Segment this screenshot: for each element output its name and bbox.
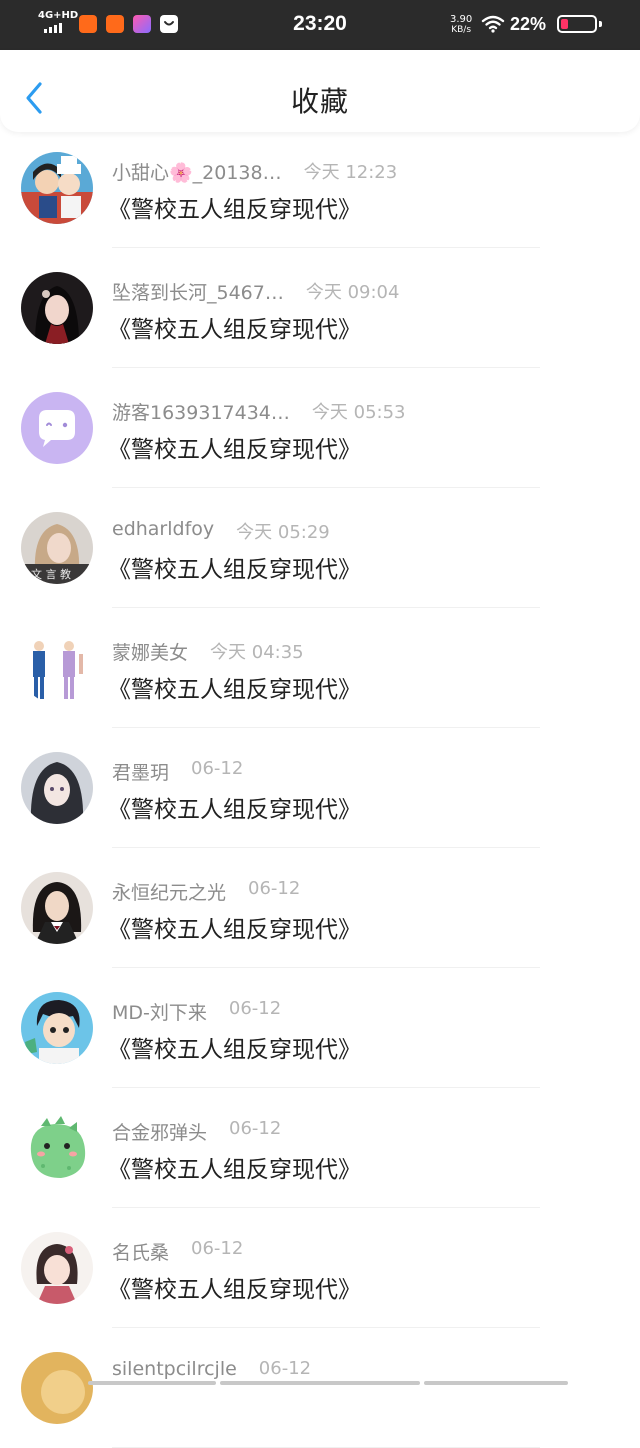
timestamp: 今天 12:23 xyxy=(303,162,398,183)
list-item[interactable]: 小甜心🌸_20138… 今天 12:23 《警校五人组反穿现代》 xyxy=(0,128,640,248)
timestamp: 今天 04:35 xyxy=(210,642,304,663)
book-title: 《警校五人组反穿现代》 xyxy=(108,437,361,463)
avatar[interactable]: 文 言 教 xyxy=(21,512,93,584)
item-meta: 小甜心🌸_20138… 今天 12:23 xyxy=(112,158,397,184)
item-meta: 游客1639317434… 今天 05:53 xyxy=(112,398,406,424)
list-item[interactable]: 合金邪弹头 06-12 《警校五人组反穿现代》 xyxy=(0,1088,640,1208)
list-item[interactable]: 文 言 教 edharldfoy 今天 05:29 《警校五人组反穿现代》 xyxy=(0,488,640,608)
battery-icon xyxy=(557,15,597,33)
book-title: 《警校五人组反穿现代》 xyxy=(108,197,361,223)
item-meta: 坠落到长河_5467… 今天 09:04 xyxy=(112,278,399,304)
list-item[interactable]: silentpcilrcjle 06-12 xyxy=(0,1328,640,1448)
list-item[interactable]: 坠落到长河_5467… 今天 09:04 《警校五人组反穿现代》 xyxy=(0,248,640,368)
book-title: 《警校五人组反穿现代》 xyxy=(108,797,361,823)
book-title: 《警校五人组反穿现代》 xyxy=(108,557,361,583)
wifi-icon xyxy=(481,15,505,33)
nav-header: 收藏 xyxy=(0,50,640,132)
book-title: 《警校五人组反穿现代》 xyxy=(108,317,361,343)
timestamp: 今天 05:29 xyxy=(236,522,330,543)
avatar[interactable] xyxy=(21,632,93,704)
list-item[interactable]: 名氏桑 06-12 《警校五人组反穿现代》 xyxy=(0,1208,640,1328)
timestamp: 今天 09:04 xyxy=(305,282,400,303)
avatar[interactable] xyxy=(21,152,93,224)
username: 小甜心🌸_20138… xyxy=(112,162,282,184)
default-avatar-icon xyxy=(21,392,93,464)
list-item[interactable]: 永恒纪元之光 06-12 《警校五人组反穿现代》 xyxy=(0,848,640,968)
username: 游客1639317434… xyxy=(112,402,290,424)
timestamp: 06-12 xyxy=(248,878,301,899)
avatar[interactable] xyxy=(21,1112,93,1184)
timestamp: 06-12 xyxy=(229,1118,282,1139)
username: 君墨玥 xyxy=(112,762,170,784)
username: edharldfoy xyxy=(112,518,215,540)
battery-level xyxy=(561,19,568,29)
favorites-list: 小甜心🌸_20138… 今天 12:23 《警校五人组反穿现代》 坠落到长河_54… xyxy=(0,128,640,1448)
battery-percent: 22% xyxy=(510,14,547,34)
book-title: 《警校五人组反穿现代》 xyxy=(108,1277,361,1303)
status-bar: 4G+HD 23:20 3.90 KB/s 22% xyxy=(0,0,640,50)
battery-cap xyxy=(599,21,602,27)
page-title: 收藏 xyxy=(290,85,349,118)
net-speed: 3.90 KB/s xyxy=(450,14,473,35)
timestamp: 今天 05:53 xyxy=(311,402,406,423)
username: 名氏桑 xyxy=(112,1242,170,1264)
list-item[interactable]: 君墨玥 06-12 《警校五人组反穿现代》 xyxy=(0,728,640,848)
avatar[interactable] xyxy=(21,872,93,944)
item-meta: 名氏桑 06-12 xyxy=(112,1238,243,1264)
item-meta: 永恒纪元之光 06-12 xyxy=(112,878,300,904)
username: silentpcilrcjle xyxy=(112,1358,237,1380)
item-meta: MD-刘下来 06-12 xyxy=(112,998,281,1024)
avatar[interactable] xyxy=(21,272,93,344)
timestamp: 06-12 xyxy=(258,1358,312,1379)
username: 坠落到长河_5467… xyxy=(112,282,284,304)
svg-text:文 言 教: 文 言 教 xyxy=(31,567,71,581)
username: 合金邪弹头 xyxy=(112,1122,208,1144)
book-title: 《警校五人组反穿现代》 xyxy=(108,1157,361,1183)
avatar[interactable] xyxy=(21,1232,93,1304)
timestamp: 06-12 xyxy=(228,998,282,1019)
list-item[interactable]: MD-刘下来 06-12 《警校五人组反穿现代》 xyxy=(0,968,640,1088)
item-meta: 蒙娜美女 今天 04:35 xyxy=(112,638,304,664)
timestamp: 06-12 xyxy=(191,758,244,779)
avatar[interactable] xyxy=(21,392,93,464)
item-meta: 君墨玥 06-12 xyxy=(112,758,243,784)
book-title: 《警校五人组反穿现代》 xyxy=(108,1037,361,1063)
scroll-indicator xyxy=(88,1381,568,1385)
list-item[interactable]: 游客1639317434… 今天 05:53 《警校五人组反穿现代》 xyxy=(0,368,640,488)
item-meta: edharldfoy 今天 05:29 xyxy=(112,518,330,544)
book-title: 《警校五人组反穿现代》 xyxy=(108,677,361,703)
avatar[interactable] xyxy=(21,1352,93,1424)
avatar[interactable] xyxy=(21,992,93,1064)
item-meta: 合金邪弹头 06-12 xyxy=(112,1118,281,1144)
username: 永恒纪元之光 xyxy=(112,882,227,904)
username: MD-刘下来 xyxy=(112,1002,207,1024)
username: 蒙娜美女 xyxy=(112,642,189,664)
list-item[interactable]: 蒙娜美女 今天 04:35 《警校五人组反穿现代》 xyxy=(0,608,640,728)
book-title: 《警校五人组反穿现代》 xyxy=(108,917,361,943)
timestamp: 06-12 xyxy=(191,1238,244,1259)
avatar[interactable] xyxy=(21,752,93,824)
